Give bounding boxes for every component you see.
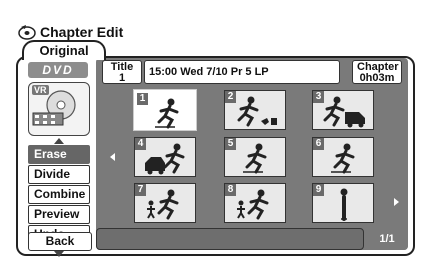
- status-strip: [96, 228, 364, 250]
- scroll-down-icon[interactable]: [54, 251, 64, 257]
- menu-item-erase[interactable]: Erase: [28, 145, 90, 164]
- disc-type-badge: DVD: [28, 62, 88, 78]
- skater-with-child-icon: [147, 189, 179, 220]
- chapter-thumbnail-7[interactable]: 7: [134, 183, 196, 223]
- next-page-icon[interactable]: [394, 198, 399, 206]
- disc-vr-icon: VR: [28, 82, 90, 136]
- chapter-thumbnail-2[interactable]: 2: [224, 90, 286, 130]
- chapter-thumbnail-9[interactable]: 9: [312, 183, 374, 223]
- standing-person-icon: [340, 188, 348, 221]
- skater-icon: [243, 143, 267, 174]
- title-number: 1: [118, 72, 126, 84]
- skater-icon: [331, 143, 355, 174]
- chapter-thumbnail-6[interactable]: 6: [312, 137, 374, 177]
- skater-with-child-icon: [237, 189, 269, 220]
- menu-item-divide[interactable]: Divide: [28, 165, 90, 184]
- info-bar: Title 1 15:00 Wed 7/10 Pr 5 LP Chapter 0…: [102, 60, 402, 86]
- scroll-up-icon[interactable]: [54, 138, 64, 144]
- page-indicator: 1/1: [366, 228, 408, 250]
- disc-edit-icon: [18, 25, 36, 40]
- chapter-time: 0h03m: [359, 72, 395, 84]
- skater-with-dog-icon: [237, 96, 277, 127]
- chapter-thumbnail-1[interactable]: 1: [133, 89, 197, 131]
- header: Chapter Edit: [18, 22, 123, 42]
- skater-icon: [155, 98, 179, 129]
- screen-title: Chapter Edit: [40, 24, 124, 40]
- skater-with-car-icon: [145, 143, 185, 175]
- prev-page-icon[interactable]: [110, 153, 115, 161]
- edit-menu: Erase Divide Combine Preview Undo: [28, 145, 90, 245]
- chapter-thumbnail-4[interactable]: 4: [134, 137, 196, 177]
- chapter-thumbnail-3[interactable]: 3: [312, 90, 374, 130]
- chapter-thumbnail-8[interactable]: 8: [224, 183, 286, 223]
- back-button[interactable]: Back: [28, 232, 92, 251]
- chapter-box: Chapter 0h03m: [352, 60, 402, 84]
- skater-with-truck-icon: [323, 96, 365, 128]
- recording-details: 15:00 Wed 7/10 Pr 5 LP: [144, 60, 340, 84]
- menu-item-preview[interactable]: Preview: [28, 205, 90, 224]
- title-box: Title 1: [102, 60, 142, 84]
- chapter-thumbnail-5[interactable]: 5: [224, 137, 286, 177]
- menu-item-combine[interactable]: Combine: [28, 185, 90, 204]
- tab-original[interactable]: Original: [22, 40, 106, 60]
